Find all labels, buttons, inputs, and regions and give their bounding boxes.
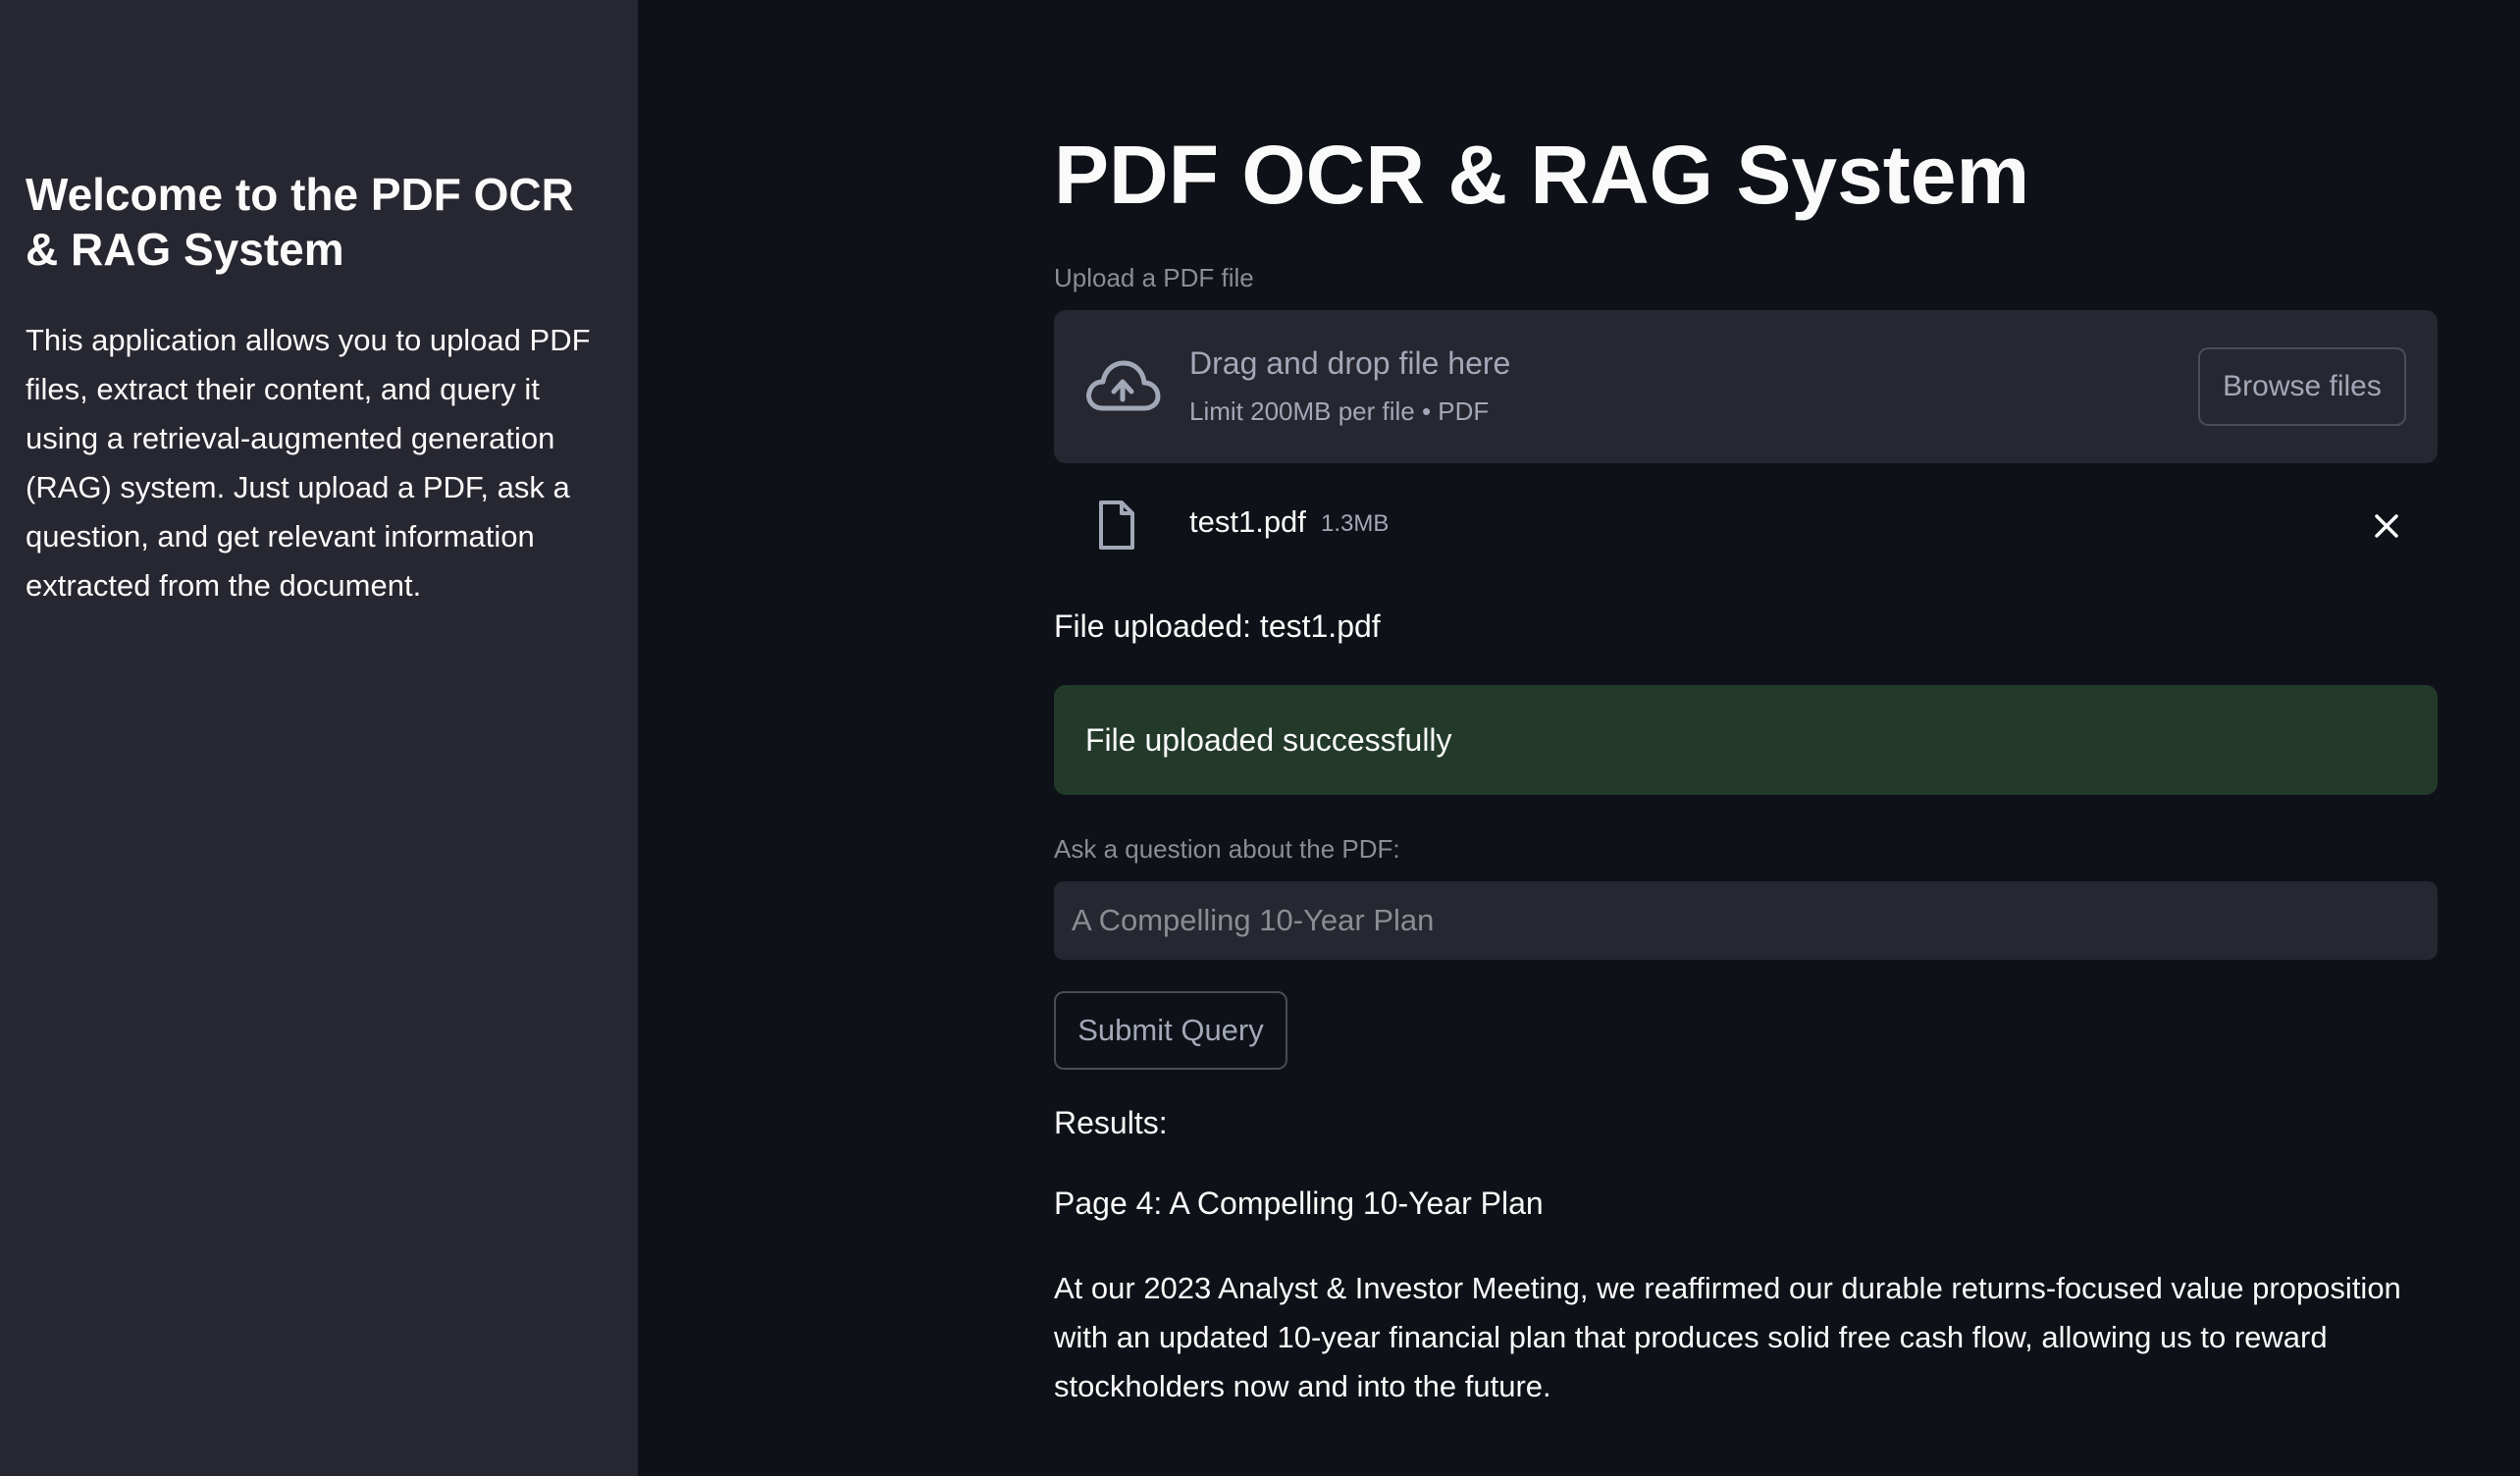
results-body: At our 2023 Analyst & Investor Meeting, … [1054,1271,2401,1403]
app: Welcome to the PDF OCR & RAG System This… [0,0,2520,1476]
cloud-upload-icon [1086,360,1161,411]
results-page-line: Page 4: A Compelling 10-Year Plan [1054,1186,1544,1221]
success-alert: File uploaded successfully [1054,685,2438,795]
sidebar: Welcome to the PDF OCR & RAG System This… [0,0,638,1476]
sidebar-description: This application allows you to upload PD… [26,323,591,603]
browse-files-button[interactable]: Browse files [2198,347,2406,426]
remove-file-button[interactable] [2365,504,2408,548]
question-label: Ask a question about the PDF: [1054,834,1400,864]
upload-label: Upload a PDF file [1054,263,1254,292]
file-uploaded-text: File uploaded: test1.pdf [1054,608,1381,644]
uploaded-file-row: test1.pdf 1.3MB [1054,491,2438,559]
submit-query-button[interactable]: Submit Query [1054,991,1287,1070]
close-icon [2375,514,2398,538]
sidebar-title: Welcome to the PDF OCR & RAG System [26,169,574,275]
results-heading: Results: [1054,1105,1168,1140]
file-dropzone[interactable]: Drag and drop file here Limit 200MB per … [1054,310,2438,463]
uploaded-file-name: test1.pdf [1189,504,1306,539]
question-input[interactable] [1054,881,2438,960]
dropzone-limit: Limit 200MB per file • PDF [1189,396,1490,426]
file-icon [1099,501,1134,550]
page-title: PDF OCR & RAG System [1054,129,2030,221]
uploaded-file-size: 1.3MB [1321,510,1390,537]
dropzone-instructions: Drag and drop file here [1189,345,1511,381]
